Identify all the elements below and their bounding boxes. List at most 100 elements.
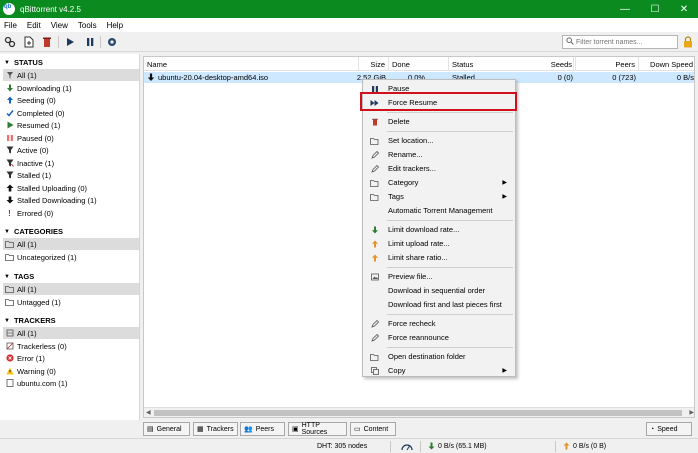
scroll-right-icon[interactable]: ▶ <box>689 409 694 416</box>
sidebar-item-tracker-warning[interactable]: Warning (0) <box>3 365 139 377</box>
menu-item-limit-download-rate[interactable]: Limit download rate... <box>363 223 515 236</box>
menu-item-first-last-pieces[interactable]: Download first and last pieces first <box>363 298 515 311</box>
sidebar-item-tags-all[interactable]: All (1) <box>3 283 139 295</box>
http-sources-icon: ▣ <box>292 426 299 433</box>
column-header-size[interactable]: Size <box>359 57 389 71</box>
menu-item-force-reannounce[interactable]: Force reannounce <box>363 331 515 344</box>
filter-torrent-input[interactable] <box>562 35 678 49</box>
menu-item-copy[interactable]: Copy ▶ <box>363 364 515 377</box>
active-icon <box>5 146 14 155</box>
status-section-header[interactable]: ▼ STATUS <box>4 58 43 67</box>
options-icon[interactable] <box>105 35 119 49</box>
lock-icon[interactable] <box>682 36 694 48</box>
sidebar-item-errored[interactable]: ! Errored (0) <box>3 207 139 219</box>
sidebar-item-downloading[interactable]: Downloading (1) <box>3 82 139 94</box>
seeding-icon <box>5 96 14 105</box>
copy-icon <box>370 366 379 375</box>
sidebar-item-uncategorized[interactable]: Uncategorized (1) <box>3 251 139 263</box>
submenu-arrow-icon: ▶ <box>502 194 507 200</box>
menu-file[interactable]: File <box>0 21 23 30</box>
speed-button[interactable]: ◔ Speed <box>646 422 692 436</box>
sidebar-item-completed[interactable]: Completed (0) <box>3 107 139 119</box>
sidebar-item-seeding[interactable]: Seeding (0) <box>3 94 139 106</box>
add-file-icon[interactable] <box>22 35 36 49</box>
reannounce-icon <box>370 333 379 342</box>
torrent-name: ubuntu-20.04-desktop-amd64.iso <box>158 73 269 82</box>
sidebar-item-category-all[interactable]: All (1) <box>3 238 139 250</box>
scroll-left-icon[interactable]: ◀ <box>146 409 151 416</box>
menu-item-sequential-order[interactable]: Download in sequential order <box>363 284 515 297</box>
maximize-button[interactable]: ☐ <box>640 0 670 18</box>
resume-icon[interactable] <box>63 35 77 49</box>
tab-content[interactable]: ▭ Content <box>350 422 396 436</box>
trackers-icon: ▦ <box>197 426 204 433</box>
delete-icon <box>370 117 379 126</box>
statusbar-separator <box>390 441 391 452</box>
column-header-name[interactable]: Name <box>144 57 359 71</box>
minimize-button[interactable]: — <box>610 0 640 18</box>
sidebar-item-status-all[interactable]: All (1) <box>3 69 139 81</box>
sidebar-item-tracker-ubuntu[interactable]: ubuntu.com (1) <box>3 377 139 389</box>
horizontal-scrollbar[interactable]: ◀ ▶ <box>144 407 694 417</box>
tags-section-header[interactable]: ▼ TAGS <box>4 272 34 281</box>
menu-help[interactable]: Help <box>103 21 129 30</box>
sidebar-item-tracker-error[interactable]: Error (1) <box>3 352 139 364</box>
menu-item-delete[interactable]: Delete <box>363 115 515 128</box>
column-header-down-speed[interactable]: Down Speed <box>639 57 694 71</box>
limit-upload-icon <box>370 239 379 248</box>
sidebar-item-trackerless[interactable]: Trackerless (0) <box>3 340 139 352</box>
sidebar-item-resumed[interactable]: Resumed (1) <box>3 119 139 131</box>
delete-icon[interactable] <box>40 35 54 49</box>
sidebar-item-untagged[interactable]: Untagged (1) <box>3 296 139 308</box>
tab-http-sources[interactable]: ▣ HTTP Sources <box>288 422 347 436</box>
menu-item-tags[interactable]: Tags ▶ <box>363 190 515 203</box>
download-speed: 0 B/s (65.1 MB) <box>428 441 487 452</box>
menu-item-limit-share-ratio[interactable]: Limit share ratio... <box>363 251 515 264</box>
tab-peers[interactable]: 👥 Peers <box>240 422 285 436</box>
resumed-icon <box>5 121 14 130</box>
menu-item-category[interactable]: Category ▶ <box>363 176 515 189</box>
add-link-icon[interactable] <box>3 35 17 49</box>
menu-separator <box>387 267 513 268</box>
menu-edit[interactable]: Edit <box>23 21 47 30</box>
column-header-peers[interactable]: Peers <box>576 57 639 71</box>
column-header-done[interactable]: Done <box>389 57 449 71</box>
sidebar-item-stalled-downloading[interactable]: Stalled Downloading (1) <box>3 194 139 206</box>
menu-item-automatic-torrent-management[interactable]: Automatic Torrent Management <box>363 204 515 217</box>
upload-arrow-icon <box>563 442 570 452</box>
sidebar-item-trackers-all[interactable]: All (1) <box>3 327 139 339</box>
categories-section-header[interactable]: ▼ CATEGORIES <box>4 227 63 236</box>
filter-input-field[interactable] <box>576 38 676 46</box>
menu-view[interactable]: View <box>47 21 74 30</box>
tab-general[interactable]: ▤ General <box>143 422 190 436</box>
pause-icon[interactable] <box>83 35 97 49</box>
menu-separator <box>387 131 513 132</box>
stalled-icon <box>5 171 14 180</box>
sidebar-item-stalled[interactable]: Stalled (1) <box>3 169 139 181</box>
menu-item-set-location[interactable]: Set location... <box>363 134 515 147</box>
menu-item-limit-upload-rate[interactable]: Limit upload rate... <box>363 237 515 250</box>
scrollbar-thumb[interactable] <box>154 410 682 416</box>
close-button[interactable]: ✕ <box>669 0 698 18</box>
tab-trackers[interactable]: ▦ Trackers <box>193 422 238 436</box>
column-header-seeds[interactable]: Seeds <box>516 57 576 71</box>
menu-item-preview-file[interactable]: Preview file... <box>363 270 515 283</box>
speed-icon: ◔ <box>650 425 655 433</box>
limit-download-icon <box>370 225 379 234</box>
recheck-icon <box>370 319 379 328</box>
menu-item-open-destination-folder[interactable]: Open destination folder <box>363 350 515 363</box>
menu-tools[interactable]: Tools <box>74 21 103 30</box>
speed-limit-icon[interactable] <box>401 441 413 452</box>
toolbar-separator <box>58 36 59 48</box>
sidebar-item-active[interactable]: Active (0) <box>3 144 139 156</box>
sidebar-item-inactive[interactable]: Inactive (1) <box>3 157 139 169</box>
sidebar-item-paused[interactable]: Paused (0) <box>3 132 139 144</box>
trackers-section-header[interactable]: ▼ TRACKERS <box>4 316 56 325</box>
menu-item-force-recheck[interactable]: Force recheck <box>363 317 515 330</box>
menu-item-rename[interactable]: Rename... <box>363 148 515 161</box>
stalled-download-icon <box>147 72 155 83</box>
menu-item-edit-trackers[interactable]: Edit trackers... <box>363 162 515 175</box>
folder-icon <box>5 285 14 294</box>
limit-share-icon <box>370 253 379 262</box>
sidebar-item-stalled-uploading[interactable]: Stalled Uploading (0) <box>3 182 139 194</box>
